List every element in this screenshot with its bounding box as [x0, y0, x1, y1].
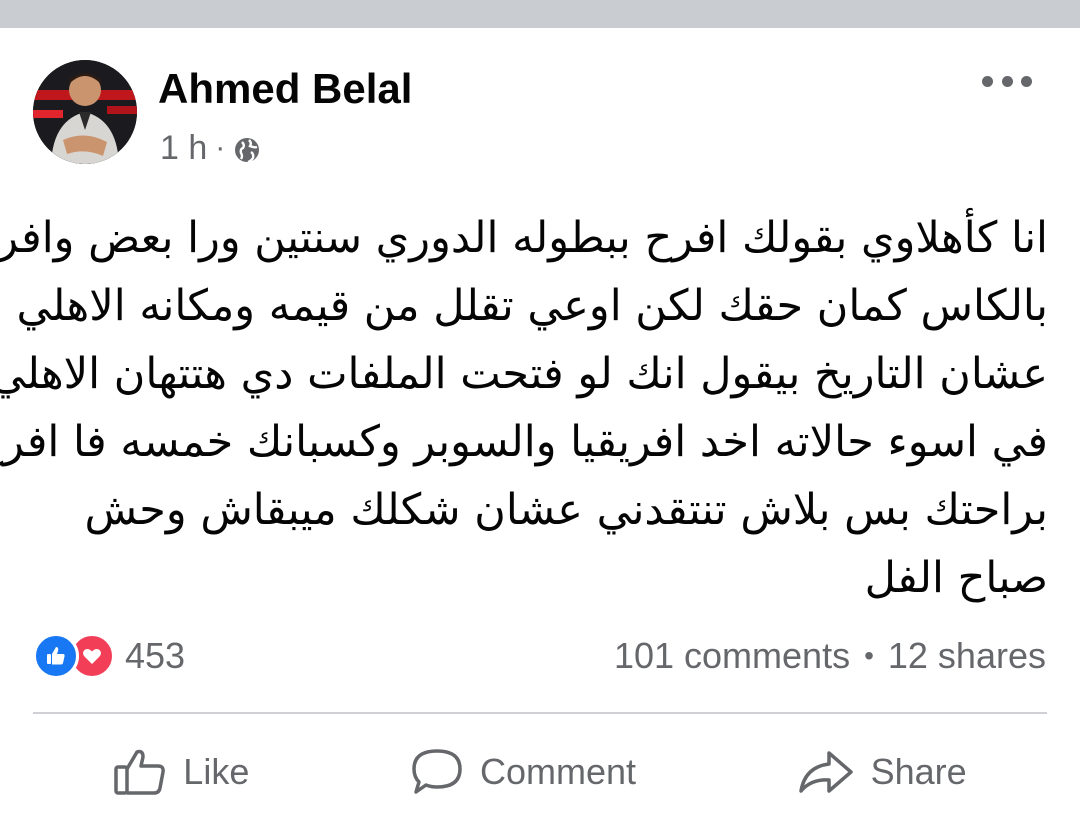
comments-count[interactable]: 101 comments [614, 635, 850, 677]
engagement-stats: 101 comments • 12 shares [614, 633, 1046, 679]
post-text-line: صباح الفل [864, 553, 1048, 603]
like-reaction-icon [33, 633, 79, 679]
post-card: Ahmed Belal 1 h · انا كأهلاوي بقولك افرح… [0, 0, 1080, 814]
post-text-line: في اسوء حالاته اخد افريقيا والسوبر وكسبا… [0, 417, 1048, 467]
actions-divider [33, 712, 1047, 714]
like-button[interactable]: Like [113, 747, 249, 797]
author-name[interactable]: Ahmed Belal [158, 64, 412, 114]
post-meta: 1 h · [160, 126, 261, 170]
reaction-count: 453 [125, 635, 186, 676]
author-avatar[interactable] [33, 60, 137, 164]
comment-bubble-icon [412, 749, 462, 794]
more-dots-icon [982, 75, 993, 87]
post-text-line: عشان التاريخ بيقول انك لو فتحت الملفات د… [0, 349, 1048, 399]
post-text-line: بالكاس كمان حقك لكن اوعي تقلل من قيمه وم… [16, 281, 1048, 331]
share-label: Share [870, 751, 967, 792]
more-options-button[interactable] [982, 66, 1032, 96]
stats-separator: • [864, 640, 874, 671]
post-timestamp[interactable]: 1 h [160, 129, 207, 168]
post-text-line: انا كأهلاوي بقولك افرح ببطوله الدوري سنت… [0, 213, 1048, 263]
top-separator-bar [0, 0, 1080, 28]
post-text-line: براحتك بس بلاش تنتقدني عشان شكلك ميبقاش … [84, 485, 1048, 535]
like-label: Like [183, 751, 250, 792]
meta-separator: · [215, 131, 226, 164]
shares-count[interactable]: 12 shares [888, 635, 1046, 677]
more-dot [1021, 75, 1032, 87]
post-actions: Like Comment Share [33, 730, 1047, 814]
reactions-summary[interactable]: 453 [33, 633, 185, 679]
thumbs-up-icon [114, 749, 166, 795]
more-dot [1001, 75, 1013, 87]
share-button[interactable]: Share [797, 747, 967, 797]
post-text: انا كأهلاوي بقولك افرح ببطوله الدوري سنت… [0, 204, 1048, 612]
comment-button[interactable]: Comment [410, 747, 636, 797]
comment-label: Comment [479, 751, 636, 792]
globe-icon[interactable] [233, 134, 261, 164]
share-arrow-icon [798, 751, 853, 793]
